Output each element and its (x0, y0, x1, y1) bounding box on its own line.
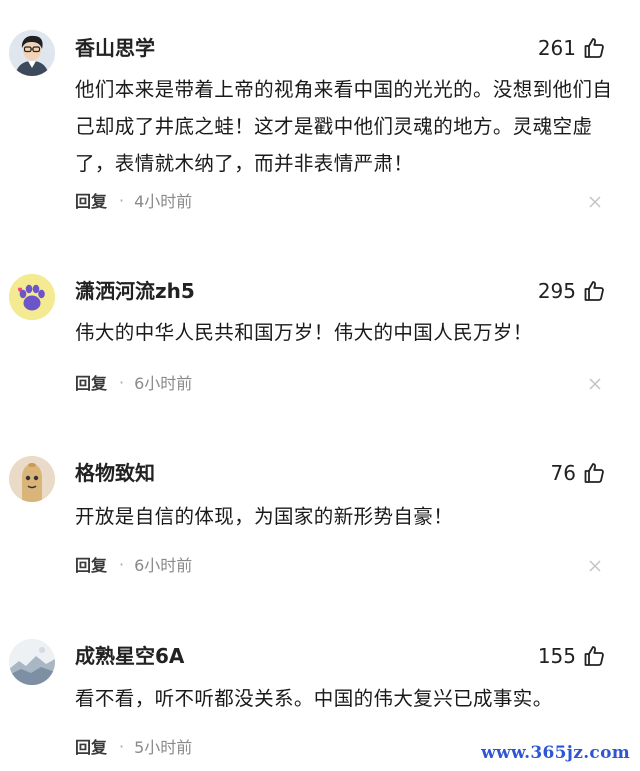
comment-text: 他们本来是带着上帝的视角来看中国的光光的。没想到他们自己却成了井底之蛙！这才是戳… (75, 78, 613, 175)
avatar[interactable] (9, 274, 55, 320)
comment-item: 潇洒河流zh5 295 伟大的中华人民共和国万岁！伟大的中国人民万岁！ 回复 ·… (0, 240, 640, 420)
close-icon[interactable] (588, 559, 602, 573)
separator-dot: · (119, 190, 125, 210)
like-count: 295 (537, 279, 576, 303)
man-avatar-icon (9, 30, 55, 76)
comment-text: 看不看，听不听都没关系。中国的伟大复兴已成事实。 (75, 687, 553, 710)
username[interactable]: 格物致知 (75, 460, 155, 486)
comment-text: 伟大的中华人民共和国万岁！伟大的中国人民万岁！ (75, 321, 533, 344)
avatar[interactable] (9, 639, 55, 685)
like-group[interactable]: 261 (538, 35, 606, 61)
landscape-avatar-icon (9, 639, 55, 685)
comment-item: 香山思学 261 他们本来是带着上帝的视角来看中国的光光的。没想到他们自己却成了… (0, 0, 640, 240)
timestamp: 6小时前 (134, 556, 193, 575)
username[interactable]: 成熟星空6A (75, 643, 184, 669)
thumbs-up-icon[interactable] (582, 279, 606, 303)
close-icon[interactable] (588, 377, 602, 391)
separator-dot: · (119, 372, 125, 392)
reply-button[interactable]: 回复 (75, 188, 107, 212)
like-count: 261 (537, 36, 576, 60)
avatar[interactable] (9, 456, 55, 502)
reply-button[interactable]: 回复 (75, 552, 107, 576)
timestamp: 4小时前 (134, 192, 193, 211)
close-icon[interactable] (588, 195, 602, 209)
like-group[interactable]: 76 (551, 460, 606, 486)
thumbs-up-icon[interactable] (582, 36, 606, 60)
timestamp: 5小时前 (134, 738, 193, 757)
cartoon-avatar-icon (9, 456, 55, 502)
thumbs-up-icon[interactable] (582, 461, 606, 485)
username[interactable]: 香山思学 (75, 35, 155, 61)
avatar[interactable] (9, 30, 55, 76)
username[interactable]: 潇洒河流zh5 (75, 278, 195, 304)
like-group[interactable]: 155 (538, 643, 606, 669)
comment-meta: 回复 · 6小时前 (75, 370, 192, 394)
comment-meta: 回复 · 5小时前 (75, 734, 192, 758)
reply-button[interactable]: 回复 (75, 734, 107, 758)
separator-dot: · (119, 554, 125, 574)
like-group[interactable]: 295 (538, 278, 606, 304)
paw-avatar-icon (9, 274, 55, 320)
thumbs-up-icon[interactable] (582, 644, 606, 668)
like-count: 155 (537, 644, 576, 668)
comment-item: 格物致知 76 开放是自信的体现，为国家的新形势自豪！ 回复 · 6小时前 (0, 420, 640, 605)
reply-button[interactable]: 回复 (75, 370, 107, 394)
separator-dot: · (119, 736, 125, 756)
comment-meta: 回复 · 6小时前 (75, 552, 192, 576)
comment-meta: 回复 · 4小时前 (75, 188, 192, 212)
comment-text: 开放是自信的体现，为国家的新形势自豪！ (75, 505, 454, 528)
timestamp: 6小时前 (134, 374, 193, 393)
like-count: 76 (550, 461, 576, 485)
watermark: www.365jz.com (481, 743, 630, 763)
